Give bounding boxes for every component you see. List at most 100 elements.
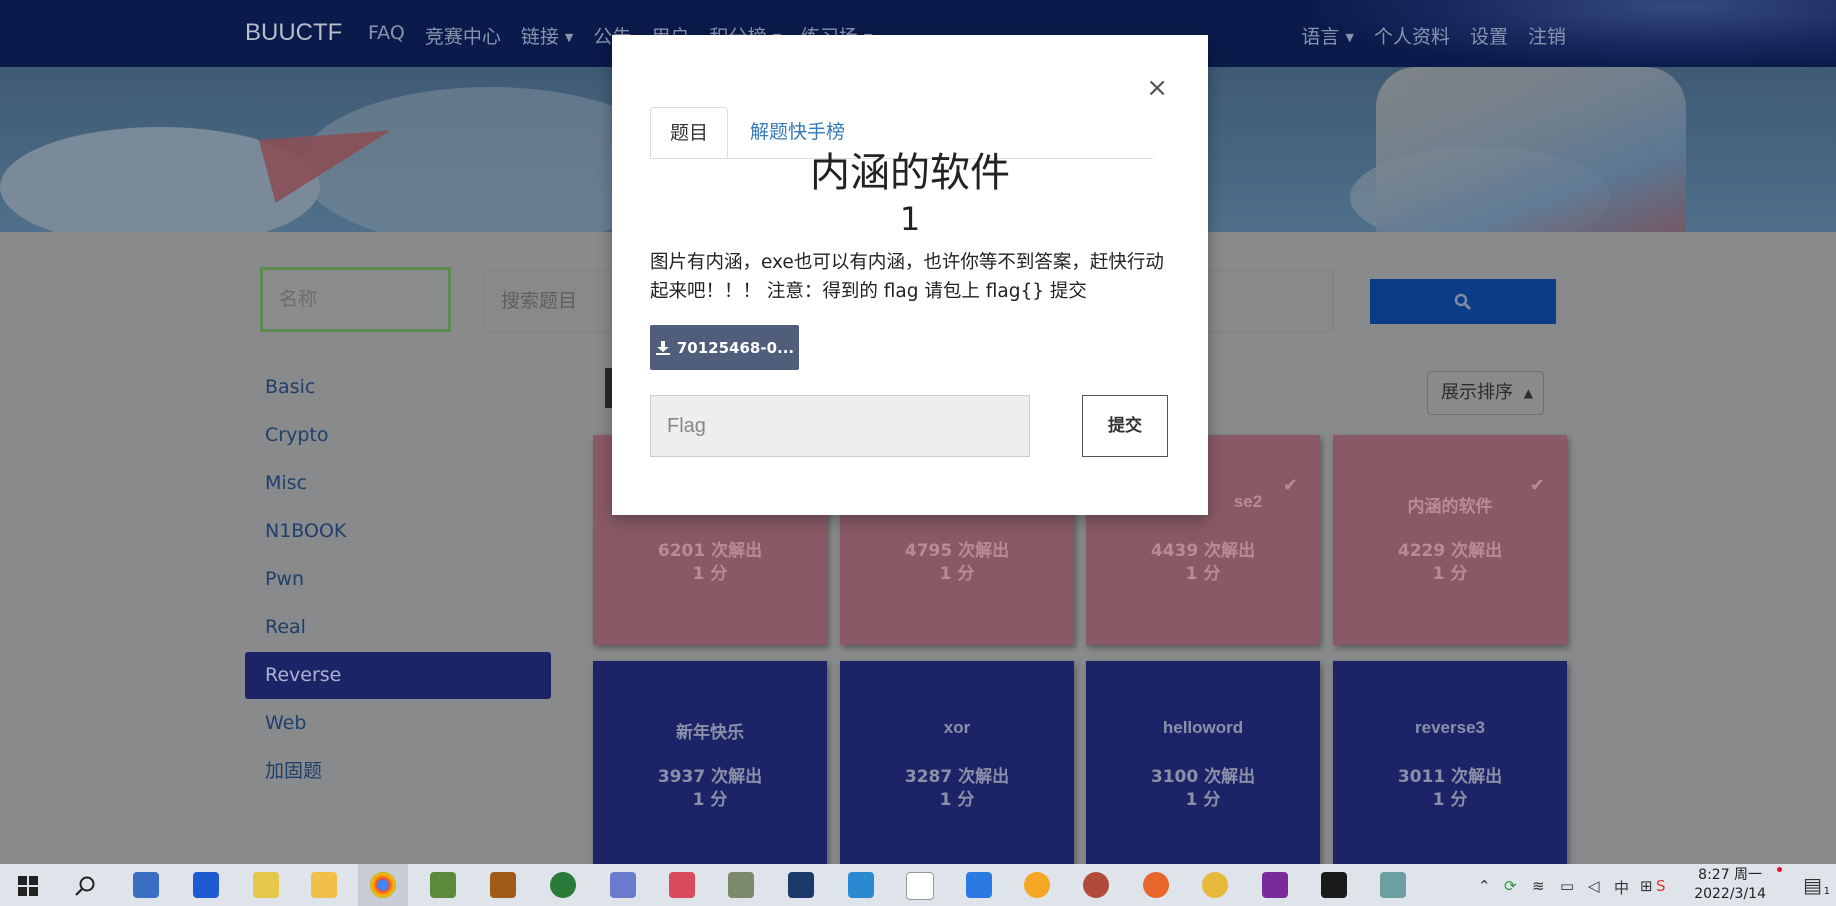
challenge-title: 内涵的软件 xyxy=(1407,497,1493,516)
sidebar-item-real[interactable]: Real xyxy=(245,604,551,651)
chrome-icon[interactable] xyxy=(370,872,396,898)
hex-editor-icon[interactable] xyxy=(1262,872,1288,898)
chevron-up-icon[interactable]: ⌃ xyxy=(1478,877,1491,895)
file-explorer-icon[interactable] xyxy=(311,872,337,898)
name-filter-input[interactable]: 名称 xyxy=(260,267,451,332)
firefox-icon[interactable] xyxy=(1143,872,1169,898)
ime-indicator[interactable]: 中 xyxy=(1614,877,1629,898)
app-grid-icon[interactable] xyxy=(193,872,219,898)
challenge-card[interactable]: reverse3 3011 次解出 1 分 xyxy=(1333,661,1567,871)
challenge-solves: 3011 次解出 xyxy=(1397,767,1503,787)
nav-competitions[interactable]: 竞赛中心 xyxy=(425,22,501,49)
challenge-card[interactable]: ✔ 内涵的软件 4229 次解出 1 分 xyxy=(1333,435,1567,645)
challenge-solves: 3287 次解出 xyxy=(904,767,1010,787)
nav-profile[interactable]: 个人资料 xyxy=(1374,22,1450,49)
challenge-solves: 6201 次解出 xyxy=(657,541,763,561)
challenge-points: 1 分 xyxy=(1185,564,1221,584)
notification-count: 1 xyxy=(1823,886,1830,897)
sidebar-item-basic[interactable]: Basic xyxy=(245,364,551,411)
sidebar-item-n1book[interactable]: N1BOOK xyxy=(245,508,551,555)
typora-icon[interactable] xyxy=(906,872,934,900)
sidebar-item-misc[interactable]: Misc xyxy=(245,460,551,507)
sidebar-item-reverse[interactable]: Reverse xyxy=(245,652,551,699)
nav-settings[interactable]: 设置 xyxy=(1470,22,1508,49)
challenge-solves: 4229 次解出 xyxy=(1397,541,1503,561)
notepad-app-icon[interactable] xyxy=(430,872,456,898)
dosbox-icon[interactable] xyxy=(490,872,516,898)
powershell-icon[interactable] xyxy=(133,872,159,898)
challenge-points: 1 分 xyxy=(692,564,728,584)
dolphin-app-icon[interactable] xyxy=(610,872,636,898)
nav-links-dropdown[interactable]: 链接 ▼ xyxy=(521,22,574,49)
nav-language-dropdown[interactable]: 语言 ▼ xyxy=(1301,22,1354,49)
caret-down-icon: ▼ xyxy=(564,31,574,44)
sidebar-item-crypto[interactable]: Crypto xyxy=(245,412,551,459)
sidebar-item-pwn[interactable]: Pwn xyxy=(245,556,551,603)
flag-input[interactable]: Flag xyxy=(650,395,1030,457)
volume-icon[interactable]: ◁ xyxy=(1588,877,1600,895)
challenge-title: helloword xyxy=(1162,718,1244,737)
sort-select-value: 展示排序 xyxy=(1441,382,1513,403)
challenge-points: 1 分 xyxy=(939,790,975,810)
anime-character-graphic xyxy=(1376,67,1686,232)
challenge-card[interactable]: helloword 3100 次解出 1 分 xyxy=(1086,661,1320,871)
challenge-solves: 3937 次解出 xyxy=(657,767,763,787)
brand-logo[interactable]: BUUCTF xyxy=(245,19,342,47)
notification-center-icon[interactable]: ▤ xyxy=(1803,873,1822,897)
search-icon xyxy=(1454,293,1472,310)
challenge-points: 1 分 xyxy=(939,564,975,584)
challenge-points: 1 分 xyxy=(1432,790,1468,810)
fruit-app-icon[interactable] xyxy=(1202,872,1228,898)
sync-icon[interactable]: ⟳ xyxy=(1504,877,1517,895)
challenge-description: 图片有内涵，exe也可以有内涵，也许你等不到答案，赶快行动起来吧！！！ 注意：得… xyxy=(650,252,1164,302)
challenge-title: reverse3 xyxy=(1415,718,1485,737)
feather-app-icon[interactable] xyxy=(966,872,992,898)
windows-taskbar: ⌃ ⟳ ≋ ▭ ◁ 中 ⊞ S 8:27 周一 2022/3/14 ▤ 1 xyxy=(0,864,1836,906)
ime-settings-icon[interactable]: ⊞ xyxy=(1640,877,1653,895)
challenge-card[interactable]: 新年快乐 3937 次解出 1 分 xyxy=(593,661,827,871)
globe-app-icon[interactable] xyxy=(550,872,576,898)
sidebar-item-hardening[interactable]: 加固题 xyxy=(245,748,551,795)
tools-app-icon[interactable] xyxy=(669,872,695,898)
submit-flag-button[interactable]: 提交 xyxy=(1082,395,1168,457)
download-file-button[interactable]: 70125468-0... xyxy=(650,325,799,370)
challenge-value: 1 xyxy=(899,200,921,238)
magnifier-app-icon[interactable] xyxy=(1024,872,1050,898)
python-icon[interactable] xyxy=(253,872,279,898)
clock-date: 2022/3/14 xyxy=(1694,886,1766,902)
nav-links-label: 链接 xyxy=(520,26,559,48)
challenge-title: 新年快乐 xyxy=(676,723,744,742)
challenge-points: 1 分 xyxy=(1432,564,1468,584)
character-app-icon[interactable] xyxy=(728,872,754,898)
nav-faq[interactable]: FAQ xyxy=(368,22,405,49)
challenge-points: 1 分 xyxy=(1185,790,1221,810)
challenge-points: 1 分 xyxy=(692,790,728,810)
pycharm-icon[interactable] xyxy=(1321,872,1347,898)
sidebar-app-icon[interactable] xyxy=(1380,872,1406,898)
challenge-card[interactable]: xor 3287 次解出 1 分 xyxy=(840,661,1074,871)
download-file-label: 70125468-0... xyxy=(676,338,795,357)
category-sidebar: Basic Crypto Misc N1BOOK Pwn Real Revers… xyxy=(245,364,551,796)
caret-down-icon: ▼ xyxy=(1345,31,1354,44)
search-button[interactable] xyxy=(1370,279,1556,324)
avatar-app-icon[interactable] xyxy=(1083,872,1109,898)
vm-app-icon[interactable] xyxy=(848,872,874,898)
challenge-solves: 4439 次解出 xyxy=(1150,541,1256,561)
battery-icon[interactable]: ▭ xyxy=(1560,877,1574,895)
challenge-name: 内涵的软件 xyxy=(810,150,1010,196)
sogou-ime-icon[interactable]: S xyxy=(1656,877,1666,895)
sort-select[interactable]: 展示排序 ▲▼ xyxy=(1427,371,1544,415)
eclipse-icon[interactable] xyxy=(788,872,814,898)
sidebar-item-web[interactable]: Web xyxy=(245,700,551,747)
notification-dot xyxy=(1777,867,1782,872)
sort-arrows-icon: ▲▼ xyxy=(1523,386,1533,400)
close-icon[interactable]: × xyxy=(1146,73,1168,103)
nav-logout[interactable]: 注销 xyxy=(1528,22,1566,49)
challenge-modal: 题目 解题快手榜 × 内涵的软件 1 图片有内涵，exe也可以有内涵，也许你等不… xyxy=(612,35,1208,515)
nav-right-links: 语言 ▼ 个人资料 设置 注销 xyxy=(1301,22,1566,49)
wifi-icon[interactable]: ≋ xyxy=(1532,877,1545,895)
windows-start-icon[interactable] xyxy=(18,876,38,896)
search-icon[interactable] xyxy=(74,875,96,897)
clock[interactable]: 8:27 周一 2022/3/14 xyxy=(1694,866,1766,904)
nav-language-label: 语言 xyxy=(1301,26,1340,48)
